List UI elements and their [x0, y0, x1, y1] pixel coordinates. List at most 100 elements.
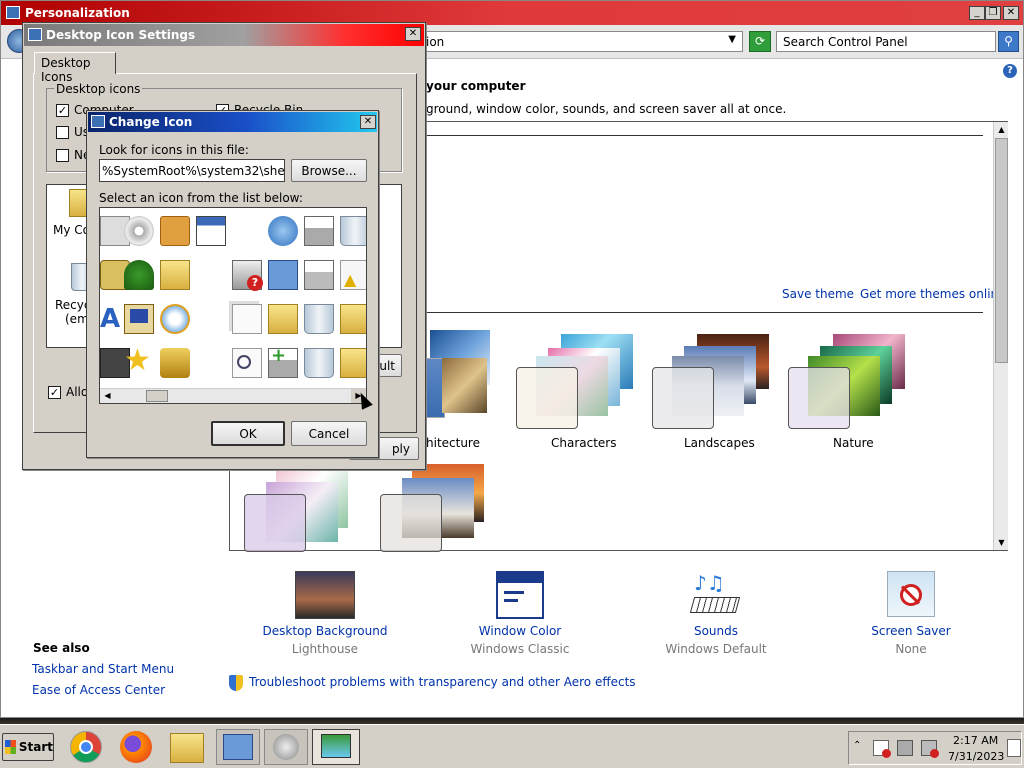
- address-text: ion: [426, 35, 445, 49]
- file-path-value: %SystemRoot%\system32\shell32.dll: [102, 164, 285, 178]
- theme-architecture[interactable]: [420, 330, 510, 435]
- file-explorer-icon[interactable]: [170, 733, 204, 763]
- file-path-input[interactable]: %SystemRoot%\system32\shell32.dll: [99, 159, 285, 182]
- drive-error-icon[interactable]: ?: [232, 260, 263, 291]
- search-icon[interactable]: ⚲: [998, 31, 1019, 52]
- fax-icon[interactable]: [304, 260, 334, 290]
- allow-themes-checkbox[interactable]: ✓: [48, 386, 61, 399]
- search-document-icon[interactable]: [232, 348, 262, 378]
- taskbar-start-menu-link[interactable]: Taskbar and Start Menu: [32, 662, 174, 676]
- desktop-icon: [91, 115, 105, 128]
- chevron-up-icon[interactable]: ⌃: [853, 740, 861, 751]
- tree-icon[interactable]: [124, 260, 154, 290]
- system-tray: ⌃ 2:17 AM 7/31/2023: [848, 731, 1022, 765]
- theme-label: Landscapes: [684, 436, 755, 450]
- theme-label: hitecture: [426, 436, 480, 450]
- control-panel-icon[interactable]: [268, 260, 298, 290]
- theme-unnamed[interactable]: [244, 464, 364, 552]
- sounds-link[interactable]: Sounds: [646, 624, 786, 638]
- network-checkbox[interactable]: [56, 149, 69, 162]
- close-button[interactable]: ✕: [405, 27, 421, 41]
- scroll-left-arrow-icon[interactable]: ◀: [100, 389, 115, 403]
- theme-landscapes[interactable]: [652, 334, 772, 434]
- firefox-icon[interactable]: [120, 731, 152, 763]
- screen-saver-link[interactable]: Screen Saver: [841, 624, 981, 638]
- dialog-titlebar[interactable]: Desktop Icon Settings ✕: [24, 24, 424, 46]
- computer-icon[interactable]: [124, 304, 154, 334]
- key-icon[interactable]: [160, 216, 190, 246]
- cd-drive-icon[interactable]: [124, 216, 154, 246]
- get-more-themes-link[interactable]: Get more themes online: [860, 287, 1006, 301]
- recycle-bin-icon[interactable]: [304, 304, 334, 334]
- window-color-icon: [496, 571, 544, 619]
- screen-saver-icon: [887, 571, 935, 617]
- theme-glass-frame: [380, 494, 442, 552]
- window-color-item[interactable]: Window Color Windows Classic: [450, 569, 590, 659]
- theme-characters[interactable]: [516, 334, 636, 434]
- close-button[interactable]: ✕: [360, 115, 376, 129]
- chevron-down-icon[interactable]: ▼: [728, 34, 736, 45]
- add-printer-icon[interactable]: +: [268, 345, 298, 378]
- window-color-link[interactable]: Window Color: [450, 624, 590, 638]
- action-center-icon[interactable]: [873, 740, 891, 758]
- window-icon[interactable]: [196, 216, 226, 246]
- volume-muted-icon[interactable]: [921, 740, 939, 758]
- star-icon[interactable]: ★: [124, 346, 154, 376]
- lock-icon[interactable]: [160, 348, 190, 378]
- theme-nature[interactable]: [788, 334, 908, 434]
- scroll-down-arrow-icon[interactable]: ▼: [994, 535, 1009, 550]
- desktop-background-item[interactable]: Desktop Background Lighthouse: [255, 569, 395, 659]
- warning-folder-icon[interactable]: [340, 304, 366, 334]
- search-input[interactable]: Search Control Panel: [776, 31, 996, 52]
- users-files-checkbox[interactable]: [56, 126, 69, 139]
- icon-grid-scrollbar[interactable]: ◀ ▶: [100, 388, 366, 403]
- scroll-up-arrow-icon[interactable]: ▲: [994, 122, 1009, 137]
- computer-checkbox[interactable]: ✓: [56, 104, 69, 117]
- network-globe-icon[interactable]: [268, 216, 298, 246]
- icon-grid[interactable]: ? ▲ A ★ + ◀ ▶: [99, 207, 367, 404]
- screen-saver-item[interactable]: Screen Saver None: [841, 569, 981, 659]
- close-button[interactable]: ✕: [1003, 6, 1019, 20]
- network-icon[interactable]: [897, 740, 913, 756]
- dialog-title: Desktop Icon Settings: [46, 28, 196, 42]
- theme-list-scrollbar[interactable]: ▲ ▼: [993, 122, 1008, 550]
- refresh-button[interactable]: ⟳: [749, 31, 771, 52]
- chrome-icon[interactable]: [70, 731, 102, 763]
- control-panel-taskbar-icon[interactable]: [216, 729, 260, 765]
- dialog-titlebar[interactable]: Change Icon ✕: [88, 112, 377, 132]
- warning-document-icon[interactable]: ▲: [340, 260, 366, 290]
- icon-label: My Co: [53, 223, 90, 237]
- clock-time[interactable]: 2:17 AM: [953, 734, 998, 747]
- show-desktop-icon[interactable]: [1007, 739, 1021, 757]
- shield-icon: [229, 675, 243, 691]
- save-theme-link[interactable]: Save theme: [782, 287, 854, 301]
- folder-icon[interactable]: [340, 348, 366, 378]
- theme-unnamed[interactable]: [380, 464, 500, 552]
- printer-icon[interactable]: [304, 216, 334, 246]
- start-button[interactable]: Start: [2, 733, 54, 761]
- ok-button[interactable]: OK: [211, 421, 285, 446]
- page-subheading: ground, window color, sounds, and screen…: [426, 102, 787, 116]
- internet-explorer-icon[interactable]: [160, 304, 190, 334]
- desktop-background-link[interactable]: Desktop Background: [255, 624, 395, 638]
- help-icon[interactable]: ?: [1003, 64, 1017, 78]
- recycle-bin-icon[interactable]: [340, 216, 366, 246]
- personalization-taskbar-icon[interactable]: [312, 729, 360, 765]
- scroll-thumb[interactable]: [995, 138, 1008, 363]
- folder-up-icon[interactable]: [160, 260, 190, 290]
- sounds-item[interactable]: ♪♫ Sounds Windows Default: [646, 569, 786, 659]
- restore-button[interactable]: ❐: [985, 6, 1001, 20]
- ease-of-access-link[interactable]: Ease of Access Center: [32, 683, 165, 697]
- scroll-thumb[interactable]: [146, 390, 168, 402]
- folder-printer-icon[interactable]: [268, 304, 298, 334]
- speaker-taskbar-icon[interactable]: [264, 729, 308, 765]
- minimize-button[interactable]: _: [969, 6, 985, 20]
- tab-desktop-icons[interactable]: Desktop Icons: [34, 52, 116, 84]
- documents-icon[interactable]: [232, 304, 262, 334]
- cancel-button[interactable]: Cancel: [291, 421, 367, 446]
- address-bar[interactable]: ion ▼: [421, 31, 743, 52]
- troubleshoot-link[interactable]: Troubleshoot problems with transparency …: [249, 675, 636, 689]
- recycle-bin-icon[interactable]: [304, 348, 334, 378]
- browse-button[interactable]: Browse...: [291, 159, 367, 182]
- clock-date[interactable]: 7/31/2023: [948, 750, 1004, 763]
